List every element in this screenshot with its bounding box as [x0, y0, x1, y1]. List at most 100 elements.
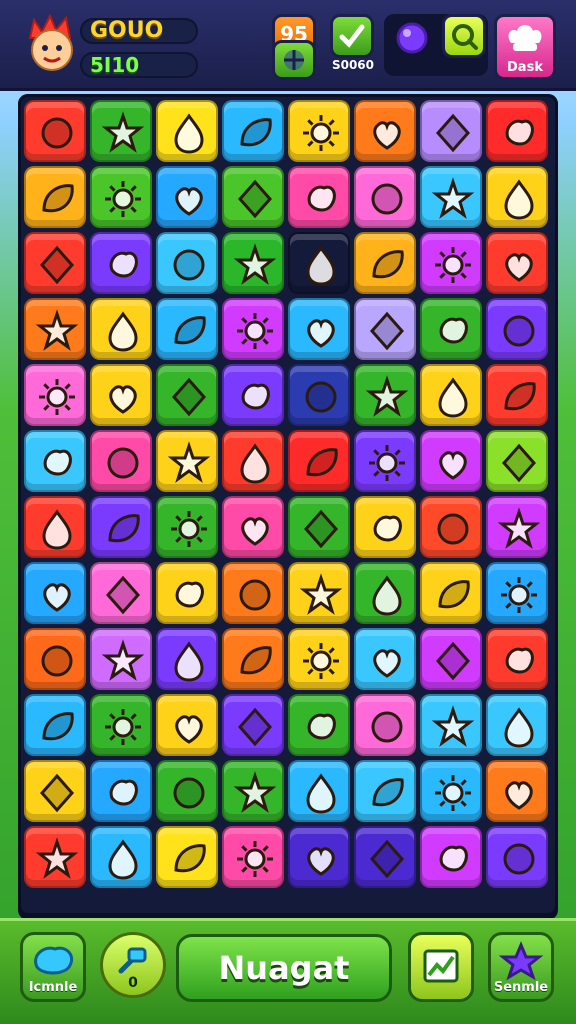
player-avatar[interactable]: [24, 12, 80, 74]
board-tile[interactable]: [156, 496, 218, 558]
board-tile[interactable]: [420, 760, 482, 822]
board-tile[interactable]: [420, 826, 482, 888]
board-tile[interactable]: [354, 298, 416, 360]
board-tile[interactable]: [222, 694, 284, 756]
right-menu-button[interactable]: Senmle: [488, 932, 554, 1002]
gift-button[interactable]: [272, 40, 316, 80]
board-tile[interactable]: [486, 166, 548, 228]
board-tile[interactable]: [90, 430, 152, 492]
board-tile[interactable]: [222, 166, 284, 228]
board-tile[interactable]: [420, 430, 482, 492]
map-button[interactable]: [408, 932, 474, 1002]
board-tile[interactable]: [156, 694, 218, 756]
board-tile[interactable]: [24, 364, 86, 426]
board-tile[interactable]: [24, 694, 86, 756]
board-tile[interactable]: [486, 760, 548, 822]
board-tile[interactable]: [156, 298, 218, 360]
board-tile[interactable]: [90, 100, 152, 162]
play-button[interactable]: Nuagat: [176, 934, 392, 1002]
left-menu-button[interactable]: Icmnle: [20, 932, 86, 1002]
board-tile[interactable]: [156, 100, 218, 162]
board-tile[interactable]: [486, 628, 548, 690]
board-tile[interactable]: [288, 166, 350, 228]
search-button[interactable]: [442, 14, 486, 58]
board-tile[interactable]: [288, 232, 350, 294]
board-tile[interactable]: [420, 694, 482, 756]
board-tile[interactable]: [24, 430, 86, 492]
board-tile[interactable]: [354, 232, 416, 294]
board-tile[interactable]: [288, 562, 350, 624]
board-tile[interactable]: [24, 298, 86, 360]
board-tile[interactable]: [288, 826, 350, 888]
board-tile[interactable]: [24, 760, 86, 822]
board-tile[interactable]: [486, 232, 548, 294]
board-tile[interactable]: [420, 166, 482, 228]
board-tile[interactable]: [420, 232, 482, 294]
board-tile[interactable]: [156, 760, 218, 822]
board-tile[interactable]: [420, 496, 482, 558]
board-tile[interactable]: [222, 364, 284, 426]
board-tile[interactable]: [486, 430, 548, 492]
board-tile[interactable]: [156, 826, 218, 888]
board-tile[interactable]: [354, 166, 416, 228]
board-tile[interactable]: [420, 562, 482, 624]
board-tile[interactable]: [288, 430, 350, 492]
board-tile[interactable]: [486, 826, 548, 888]
board-tile[interactable]: [156, 232, 218, 294]
check-button[interactable]: [330, 14, 374, 58]
board-tile[interactable]: [222, 100, 284, 162]
board-tile[interactable]: [420, 628, 482, 690]
board-tile[interactable]: [354, 496, 416, 558]
board-tile[interactable]: [90, 364, 152, 426]
board-tile[interactable]: [222, 826, 284, 888]
board-tile[interactable]: [486, 694, 548, 756]
board-tile[interactable]: [354, 562, 416, 624]
board-tile[interactable]: [156, 166, 218, 228]
boost-button[interactable]: 0: [100, 932, 166, 998]
board-tile[interactable]: [354, 364, 416, 426]
board-tile[interactable]: [222, 562, 284, 624]
board-tile[interactable]: [222, 760, 284, 822]
board-tile[interactable]: [24, 100, 86, 162]
board-tile[interactable]: [90, 166, 152, 228]
board-tile[interactable]: [156, 364, 218, 426]
board-tile[interactable]: [156, 628, 218, 690]
board-tile[interactable]: [222, 232, 284, 294]
board-tile[interactable]: [90, 562, 152, 624]
board-tile[interactable]: [288, 100, 350, 162]
board-tile[interactable]: [288, 628, 350, 690]
board-tile[interactable]: [24, 562, 86, 624]
board-tile[interactable]: [354, 430, 416, 492]
board-tile[interactable]: [420, 364, 482, 426]
board-tile[interactable]: [24, 166, 86, 228]
board-tile[interactable]: [90, 760, 152, 822]
board-tile[interactable]: [222, 430, 284, 492]
board-tile[interactable]: [156, 430, 218, 492]
board-tile[interactable]: [90, 628, 152, 690]
board-tile[interactable]: [486, 364, 548, 426]
board-tile[interactable]: [420, 298, 482, 360]
board-tile[interactable]: [90, 232, 152, 294]
board-tile[interactable]: [24, 826, 86, 888]
board-tile[interactable]: [24, 232, 86, 294]
board-tile[interactable]: [24, 496, 86, 558]
board-tile[interactable]: [486, 298, 548, 360]
board-tile[interactable]: [222, 496, 284, 558]
board-tile[interactable]: [90, 496, 152, 558]
board-tile[interactable]: [288, 298, 350, 360]
board-tile[interactable]: [486, 496, 548, 558]
board-tile[interactable]: [354, 826, 416, 888]
board-tile[interactable]: [486, 100, 548, 162]
board-tile[interactable]: [288, 364, 350, 426]
board-tile[interactable]: [420, 100, 482, 162]
board-tile[interactable]: [288, 694, 350, 756]
board-tile[interactable]: [222, 298, 284, 360]
board-tile[interactable]: [486, 562, 548, 624]
board-tile[interactable]: [354, 694, 416, 756]
board-tile[interactable]: [354, 760, 416, 822]
board-tile[interactable]: [354, 100, 416, 162]
board-tile[interactable]: [156, 562, 218, 624]
board-tile[interactable]: [90, 694, 152, 756]
board-tile[interactable]: [288, 496, 350, 558]
board-tile[interactable]: [288, 760, 350, 822]
